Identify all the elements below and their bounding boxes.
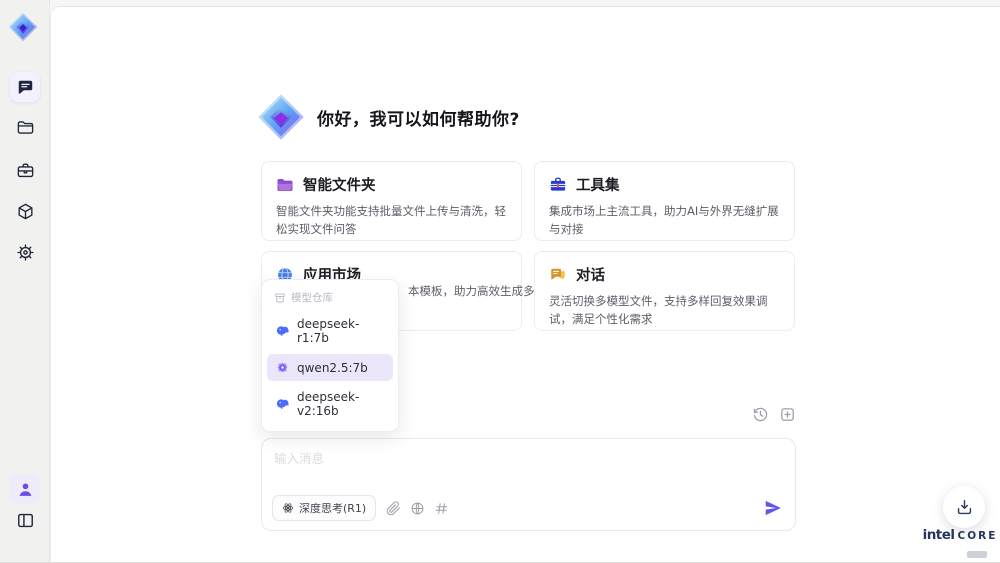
card-description: 灵活切换多模型文件，支持多样回复效果调试，满足个性化需求: [549, 294, 768, 327]
card-description: 智能文件夹功能支持批量文件上传与清洗，轻松实现文件问答: [276, 204, 506, 237]
globe-icon[interactable]: [410, 501, 425, 516]
cube-icon: [17, 203, 33, 219]
smart-folder-icon: [277, 178, 293, 191]
send-button[interactable]: [763, 498, 783, 518]
model-option-label: qwen2.5:7b: [297, 360, 368, 375]
greeting-title: 你好，我可以如何帮助你?: [317, 109, 520, 130]
gear-icon: [16, 243, 34, 261]
card-description-partial: 本模板，助力高效生成多: [408, 284, 535, 298]
user-icon: [19, 482, 31, 496]
model-option-label: deepseek-r1:7b: [297, 317, 360, 345]
paperclip-icon[interactable]: [386, 500, 401, 516]
greeting: 你好，我可以如何帮助你?: [257, 93, 520, 141]
repository-icon: [275, 293, 285, 302]
plus-square-icon: [780, 407, 794, 421]
atom-icon: [282, 503, 294, 513]
history-button[interactable]: [751, 405, 769, 423]
toolset-icon: [550, 177, 566, 191]
chat-actions: [751, 405, 796, 423]
ultra-badge: [967, 551, 987, 558]
app-window: 你好，我可以如何帮助你? 智能文件夹 智能文件夹功能支持批量文件上传与清洗，轻松…: [0, 0, 1000, 563]
deep-think-label: 深度思考(R1): [299, 502, 367, 515]
model-option-deepseek-v2[interactable]: deepseek-v2:16b: [267, 384, 393, 424]
sidebar-collapse-button[interactable]: [10, 505, 40, 535]
briefcase-icon: [17, 162, 33, 177]
sidebar: [0, 0, 50, 562]
model-dropdown-header-label: 模型仓库: [291, 292, 333, 304]
card-title: 智能文件夹: [303, 178, 376, 194]
core-logo-text: core: [957, 530, 998, 542]
deepseek-icon: [276, 325, 289, 336]
model-option-label: deepseek-v2:16b: [297, 390, 360, 418]
new-chat-button[interactable]: [778, 405, 796, 423]
intel-logo-text: intel: [922, 527, 955, 543]
message-input[interactable]: [274, 448, 779, 490]
panel-collapse-icon: [17, 513, 33, 527]
sidebar-item-settings[interactable]: [10, 237, 40, 267]
sidebar-item-chat[interactable]: [10, 72, 40, 102]
card-smart-folder[interactable]: 智能文件夹 智能文件夹功能支持批量文件上传与清洗，轻松实现文件问答: [261, 161, 522, 241]
sidebar-item-toolbox[interactable]: [10, 155, 40, 185]
send-icon: [765, 500, 781, 516]
model-dropdown-header: 模型仓库: [267, 285, 393, 308]
deepseek-icon: [276, 398, 289, 409]
sidebar-item-folders[interactable]: [10, 112, 40, 142]
folder-icon: [17, 120, 33, 134]
model-option-qwen[interactable]: qwen2.5:7b: [267, 354, 393, 381]
card-description: 集成市场上主流工具，助力AI与外界无缝扩展与对接: [549, 204, 779, 237]
model-dropdown: 模型仓库 deepseek-r1:7b qwen2.5:7b deepseek-…: [261, 279, 399, 432]
sidebar-item-models[interactable]: [10, 196, 40, 226]
hash-icon[interactable]: [434, 501, 449, 516]
main-panel: 你好，我可以如何帮助你? 智能文件夹 智能文件夹功能支持批量文件上传与清洗，轻松…: [50, 6, 1000, 562]
model-option-deepseek-r1[interactable]: deepseek-r1:7b: [267, 311, 393, 351]
card-toolset[interactable]: 工具集 集成市场上主流工具，助力AI与外界无缝扩展与对接: [534, 161, 795, 241]
app-logo-icon: [8, 12, 38, 42]
dialogue-icon: [551, 268, 565, 280]
qwen-icon: [277, 362, 288, 373]
chat-icon: [18, 80, 32, 94]
card-title: 工具集: [576, 178, 620, 194]
message-composer: 深度思考(R1): [261, 438, 796, 531]
card-dialogue[interactable]: 对话 灵活切换多模型文件，支持多样回复效果调试，满足个性化需求: [534, 251, 795, 331]
history-icon: [753, 407, 767, 421]
card-title: 对话: [576, 268, 605, 284]
intel-core-logo: intel core: [922, 527, 998, 562]
deep-think-toggle[interactable]: 深度思考(R1): [272, 495, 377, 521]
composer-icons: [386, 500, 449, 516]
composer-toolbar: 深度思考(R1): [272, 495, 783, 521]
app-logo-icon: [258, 94, 304, 140]
download-button[interactable]: [943, 486, 985, 528]
download-icon: [957, 499, 971, 514]
sidebar-item-account[interactable]: [10, 474, 40, 504]
